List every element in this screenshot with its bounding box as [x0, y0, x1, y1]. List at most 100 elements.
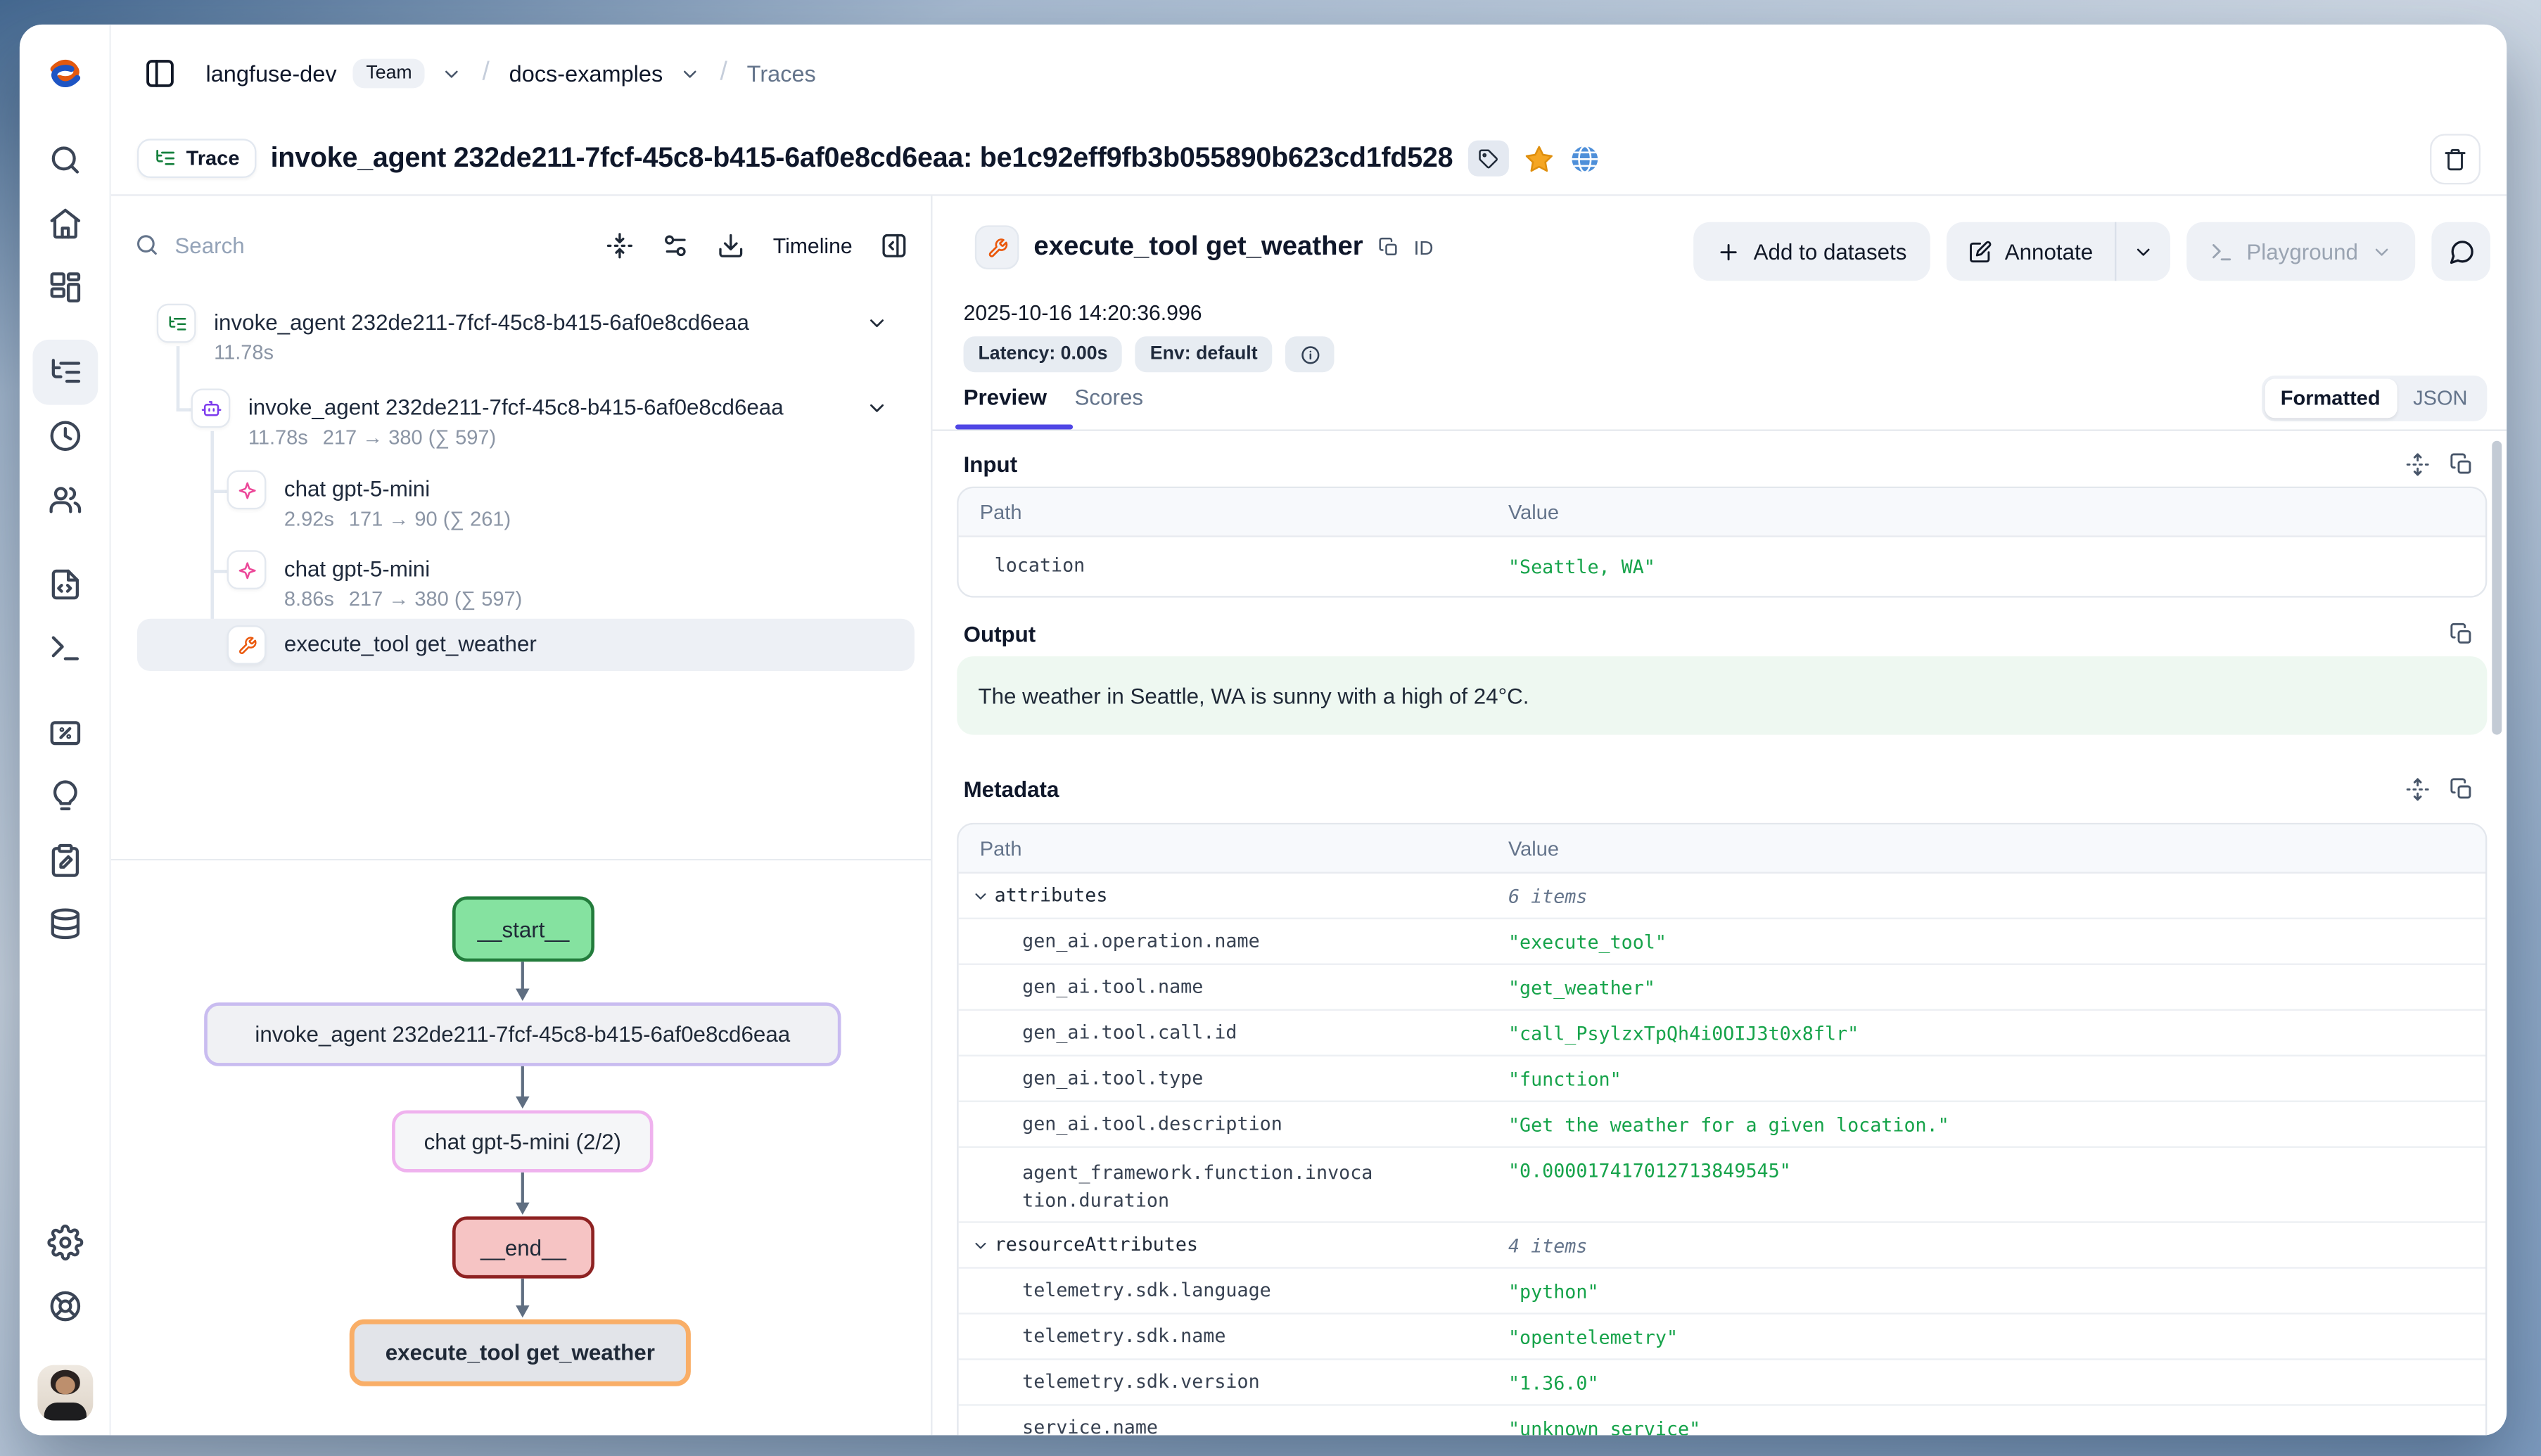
tracing-icon[interactable] — [47, 355, 83, 390]
copy-icon[interactable] — [2450, 622, 2474, 646]
graph-node-chat[interactable]: chat gpt-5-mini (2/2) — [392, 1110, 653, 1172]
meta-value: "unknown_service" — [1508, 1417, 2485, 1436]
expand-section-icon[interactable] — [2405, 452, 2430, 477]
chevron-down-icon — [972, 1236, 990, 1254]
meta-value: "opentelemetry" — [1508, 1325, 2485, 1348]
meta-value: "0.000017417012713849545" — [1508, 1148, 2485, 1182]
tree-row-agent[interactable]: invoke_agent 232de211-7fcf-45c8-b415-6af… — [137, 388, 915, 460]
breadcrumb-project[interactable]: docs-examples — [509, 60, 663, 87]
tool-icon — [975, 225, 1019, 269]
breadcrumb-separator: / — [717, 59, 731, 89]
observation-timestamp: 2025-10-16 14:20:36.996 — [964, 300, 1202, 325]
chevron-down-icon — [2132, 241, 2153, 262]
timeline-toggle[interactable]: Timeline — [773, 233, 853, 257]
metadata-table: Path Value attributes 6 items gen_ai.ope… — [957, 823, 2487, 1435]
settings-icon[interactable] — [47, 1225, 83, 1260]
tag-icon[interactable] — [1467, 141, 1508, 177]
node-label: chat gpt-5-mini (2/2) — [424, 1129, 621, 1154]
tree-row-tool-selected[interactable]: execute_tool get_weather — [137, 619, 915, 671]
tree-row-generation[interactable]: chat gpt-5-mini 8.86s217 → 380 (∑ 597) — [137, 550, 915, 622]
list-tree-icon — [153, 147, 176, 170]
prompts-icon[interactable] — [47, 566, 83, 602]
meta-path: attributes — [959, 881, 1508, 909]
tree-row-generation[interactable]: chat gpt-5-mini 2.92s171 → 90 (∑ 261) — [137, 471, 915, 542]
span-name: chat gpt-5-mini — [284, 557, 430, 582]
chevron-down-icon[interactable] — [441, 63, 462, 84]
annotate-button[interactable]: Annotate — [1946, 222, 2114, 281]
span-name: execute_tool get_weather — [284, 632, 537, 656]
col-value: Value — [1508, 500, 2485, 523]
tree-search[interactable] — [134, 232, 578, 258]
expand-section-icon[interactable] — [2405, 777, 2430, 802]
sidebar-toggle-icon[interactable] — [144, 57, 176, 89]
chevron-down-icon[interactable] — [865, 397, 888, 419]
support-icon[interactable] — [47, 1289, 83, 1324]
playground-button[interactable]: Playground — [2186, 222, 2415, 281]
graph-edge — [511, 1066, 534, 1111]
sessions-icon[interactable] — [47, 418, 83, 454]
collapse-panel-icon[interactable] — [880, 231, 908, 258]
search-input[interactable] — [174, 233, 387, 257]
star-icon[interactable] — [1523, 143, 1554, 174]
graph-node-agent[interactable]: invoke_agent 232de211-7fcf-45c8-b415-6af… — [204, 1002, 841, 1066]
add-to-datasets-button[interactable]: Add to datasets — [1693, 222, 1930, 281]
metadata-heading: Metadata — [964, 777, 1059, 802]
graph-node-start[interactable]: __start__ — [452, 896, 594, 962]
breadcrumb-org[interactable]: langfuse-dev — [205, 60, 336, 87]
breadcrumb-section[interactable]: Traces — [747, 60, 816, 87]
input-table: Path Value location "Seattle, WA" — [957, 487, 2487, 598]
annotation-icon[interactable] — [47, 843, 83, 879]
graph-node-tool[interactable]: execute_tool get_weather — [350, 1320, 691, 1386]
meta-path: gen_ai.tool.description — [959, 1110, 1508, 1138]
evaluation-icon[interactable] — [47, 715, 83, 751]
span-name: chat gpt-5-mini — [284, 477, 430, 502]
dashboards-icon[interactable] — [47, 269, 83, 305]
app-window: langfuse-dev Team / docs-examples / Trac… — [20, 25, 2507, 1436]
meta-value: "python" — [1508, 1279, 2485, 1302]
table-row-group[interactable]: resourceAttributes 4 items — [959, 1223, 2485, 1269]
graph-node-end[interactable]: __end__ — [452, 1216, 594, 1278]
meta-path: service.name — [959, 1415, 1508, 1435]
format-formatted[interactable]: Formatted — [2265, 379, 2397, 419]
trace-title: invoke_agent 232de211-7fcf-45c8-b415-6af… — [271, 142, 1453, 174]
table-row: gen_ai.operation.name "execute_tool" — [959, 919, 2485, 965]
copy-icon[interactable] — [2450, 452, 2474, 477]
search-icon[interactable] — [47, 142, 83, 178]
terminal-icon — [2209, 239, 2234, 264]
playground-icon[interactable] — [47, 630, 83, 666]
collapse-all-icon[interactable] — [606, 231, 634, 258]
users-icon[interactable] — [47, 482, 83, 518]
tree-toolbar: Timeline — [111, 212, 931, 278]
env-badge: Env: default — [1135, 336, 1273, 372]
tab-scores[interactable]: Scores — [1075, 385, 1144, 426]
comments-button[interactable] — [2431, 222, 2490, 281]
delete-trace-button[interactable] — [2430, 133, 2480, 184]
tab-preview[interactable]: Preview — [964, 385, 1047, 426]
info-icon[interactable] — [1285, 336, 1335, 372]
annotate-button-group: Annotate — [1946, 222, 2170, 281]
scrollbar[interactable] — [2492, 441, 2502, 735]
copy-id-icon[interactable] — [1378, 237, 1399, 258]
tree-row-trace[interactable]: invoke_agent 232de211-7fcf-45c8-b415-6af… — [137, 304, 915, 376]
chevron-down-icon[interactable] — [865, 312, 888, 334]
span-duration: 11.78s — [214, 341, 274, 364]
desktop-background: langfuse-dev Team / docs-examples / Trac… — [0, 0, 2541, 1456]
insights-icon[interactable] — [47, 779, 83, 815]
table-row-group[interactable]: attributes 6 items — [959, 874, 2485, 919]
datasets-icon[interactable] — [47, 906, 83, 942]
tree-settings-icon[interactable] — [662, 231, 689, 258]
table-row: telemetry.sdk.version "1.36.0" — [959, 1360, 2485, 1406]
user-avatar[interactable] — [37, 1365, 93, 1421]
input-path: location — [959, 552, 1508, 580]
table-row: gen_ai.tool.description "Get the weather… — [959, 1102, 2485, 1148]
format-json[interactable]: JSON — [2397, 379, 2484, 419]
copy-icon[interactable] — [2450, 777, 2474, 802]
annotate-dropdown-button[interactable] — [2116, 222, 2170, 281]
chevron-down-icon[interactable] — [679, 63, 700, 84]
download-icon[interactable] — [718, 231, 745, 258]
meta-path: telemetry.sdk.name — [959, 1322, 1508, 1350]
playground-label: Playground — [2246, 239, 2358, 264]
home-icon[interactable] — [47, 205, 83, 241]
trace-icon — [157, 304, 196, 343]
globe-icon[interactable] — [1569, 143, 1600, 174]
